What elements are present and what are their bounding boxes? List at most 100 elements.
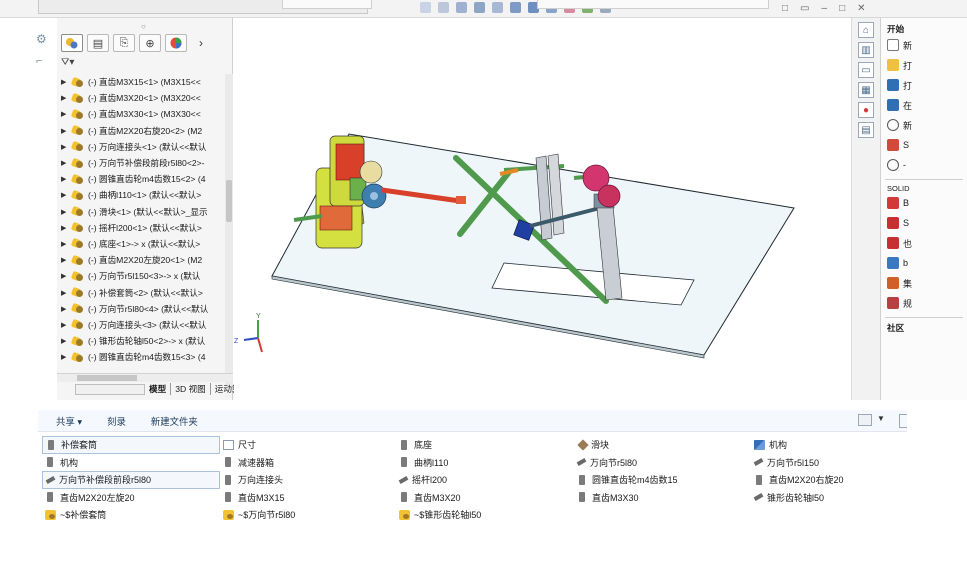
tree-item[interactable]: ▶ (-) 直齿M2X20右旋20<2> (M2 [57, 123, 227, 139]
tree-item[interactable]: ▶ (-) 圆锥直齿轮m4齿数15<2> (4 [57, 171, 227, 187]
expand-arrow-icon[interactable]: ▶ [61, 127, 71, 135]
file-item[interactable]: 直齿M3X30 [574, 489, 751, 507]
expand-arrow-icon[interactable]: ▶ [61, 159, 71, 167]
zoom-area-icon[interactable] [438, 2, 449, 13]
section-view-icon[interactable] [474, 2, 485, 13]
solid-item[interactable]: S [881, 213, 967, 233]
task-info[interactable]: - [881, 155, 967, 175]
display-manager-tab[interactable] [165, 34, 187, 52]
tree-item[interactable]: ▶ (-) 万向节补偿段前段r5l80<2>- [57, 155, 227, 171]
file-item[interactable]: 减速器箱 [220, 454, 396, 472]
expand-arrow-icon[interactable]: ▶ [61, 321, 71, 329]
tab-model[interactable]: 模型 [145, 383, 172, 395]
expand-arrow-icon[interactable]: ▶ [61, 94, 71, 102]
file-item[interactable]: ~$万向节r5l80 [220, 506, 396, 524]
file-item[interactable]: 机构 [42, 454, 220, 472]
restore-icon[interactable]: □ [782, 3, 788, 14]
chevron-down-icon[interactable]: ▼ [877, 414, 885, 423]
dimxpert-icon[interactable]: ⌐ [36, 55, 42, 67]
dynamic-annotation-icon[interactable] [492, 2, 503, 13]
appearances-icon[interactable]: ● [858, 102, 874, 118]
graphics-viewport[interactable]: Y Z [234, 18, 850, 400]
tree-item[interactable]: ▶ (-) 直齿M3X20<1> (M3X20<< [57, 90, 227, 106]
tree-item[interactable]: ▶ (-) 摇杆l200<1> (默认<<默认> [57, 220, 227, 236]
file-item[interactable]: 曲柄l110 [396, 454, 574, 472]
file-item[interactable]: 直齿M2X20左旋20 [42, 489, 220, 507]
expand-arrow-icon[interactable]: ▶ [61, 305, 71, 313]
new-folder-button[interactable]: 新建文件夹 [151, 414, 198, 428]
file-item[interactable]: ~$补偿套筒 [42, 506, 220, 524]
expand-arrow-icon[interactable]: ▶ [61, 175, 71, 183]
file-item[interactable]: 尺寸 [220, 436, 396, 454]
expand-arrow-icon[interactable]: ▶ [61, 353, 71, 361]
file-item[interactable]: ~$锥形齿轮轴l50 [396, 506, 574, 524]
search-field[interactable] [537, 0, 769, 9]
file-item[interactable]: 滑块 [574, 436, 751, 454]
collapse-handle-icon[interactable]: ○ [141, 22, 146, 31]
preview-pane-icon[interactable] [899, 414, 907, 428]
solid-item[interactable]: b [881, 253, 967, 273]
dimxpert-tab[interactable]: ⊕ [139, 34, 161, 52]
tree-item[interactable]: ▶ (-) 补偿套筒<2> (默认<<默认> [57, 284, 227, 300]
file-item[interactable]: 圆锥直齿轮m4齿数15 [574, 471, 751, 489]
maximize-icon[interactable]: □ [839, 3, 845, 14]
solid-item[interactable]: 也 [881, 233, 967, 253]
task-whats-new[interactable]: 新 [881, 115, 967, 135]
view-orientation-icon[interactable] [510, 2, 521, 13]
file-item[interactable]: 直齿M2X20右旋20 [751, 471, 929, 489]
task-solidworks[interactable]: S [881, 135, 967, 155]
tree-item[interactable]: ▶ (-) 滑块<1> (默认<<默认>_显示 [57, 204, 227, 220]
tree-item[interactable]: ▶ (-) 直齿M3X15<1> (M3X15<< [57, 74, 227, 90]
tree-vertical-scrollbar[interactable] [225, 74, 233, 386]
tree-item[interactable]: ▶ (-) 万向节r5l150<3>-> x (默认 [57, 268, 227, 284]
expand-arrow-icon[interactable]: ▶ [61, 143, 71, 151]
burn-button[interactable]: 刻录 [107, 414, 126, 428]
feature-tree-tab[interactable] [61, 34, 83, 52]
home-icon[interactable]: ⌂ [858, 22, 874, 38]
tree-horizontal-scrollbar[interactable] [57, 373, 233, 382]
view-palette-icon[interactable]: ▦ [858, 82, 874, 98]
file-item[interactable]: 摇杆l200 [396, 471, 574, 489]
task-online[interactable]: 在 [881, 95, 967, 115]
share-button[interactable]: 共享 ▾ [56, 414, 82, 428]
file-item[interactable]: 万向节补偿段前段r5l80 [42, 471, 220, 489]
file-item[interactable]: 直齿M3X20 [396, 489, 574, 507]
toolbar-field[interactable] [282, 0, 372, 9]
task-tutorial[interactable]: 打 [881, 75, 967, 95]
configuration-manager-tab[interactable]: ⎘ [113, 34, 135, 52]
tree-item[interactable]: ▶ (-) 底座<1>-> x (默认<<默认> [57, 236, 227, 252]
tab-navigation-arrows[interactable] [75, 383, 145, 395]
task-open-document[interactable]: 打 [881, 55, 967, 75]
expand-arrow-icon[interactable]: ▶ [61, 256, 71, 264]
file-item[interactable]: 机构 [751, 436, 929, 454]
file-item[interactable]: 万向节r5l80 [574, 454, 751, 472]
file-item[interactable]: 底座 [396, 436, 574, 454]
file-item[interactable]: 万向节r5l150 [751, 454, 929, 472]
zoom-fit-icon[interactable] [420, 2, 431, 13]
close-icon[interactable]: ✕ [857, 3, 865, 14]
tree-item[interactable]: ▶ (-) 万向连接头<1> (默认<<默认 [57, 139, 227, 155]
expand-arrow-icon[interactable]: ▶ [61, 208, 71, 216]
task-new-document[interactable]: 新 [881, 35, 967, 55]
file-item[interactable]: 锥形齿轮轴l50 [751, 489, 929, 507]
expand-arrow-icon[interactable]: ▶ [61, 240, 71, 248]
tab-3d-view[interactable]: 3D 视图 [171, 383, 211, 395]
tree-item[interactable]: ▶ (-) 曲柄l110<1> (默认<<默认> [57, 187, 227, 203]
expand-arrow-icon[interactable]: ▶ [61, 337, 71, 345]
solid-item[interactable]: 规 [881, 293, 967, 313]
view-mode-icon[interactable] [858, 414, 872, 426]
scroll-thumb[interactable] [226, 180, 232, 222]
file-item[interactable]: 补偿套筒 [42, 436, 220, 454]
tree-item[interactable]: ▶ (-) 万向连接头<3> (默认<<默认 [57, 317, 227, 333]
expand-arrow-icon[interactable]: ▶ [61, 78, 71, 86]
previous-view-icon[interactable] [456, 2, 467, 13]
custom-properties-icon[interactable]: ▤ [858, 122, 874, 138]
file-explorer-icon[interactable]: ▭ [858, 62, 874, 78]
expand-arrow-icon[interactable]: ▶ [61, 224, 71, 232]
tree-item[interactable]: ▶ (-) 万向节r5l80<4> (默认<<默认 [57, 301, 227, 317]
config-manager-icon[interactable]: ⚙ [36, 32, 47, 46]
design-library-icon[interactable]: ▥ [858, 42, 874, 58]
expand-arrow-icon[interactable]: ▶ [61, 110, 71, 118]
property-manager-tab[interactable]: ▤ [87, 34, 109, 52]
expand-arrow-icon[interactable]: ▶ [61, 272, 71, 280]
